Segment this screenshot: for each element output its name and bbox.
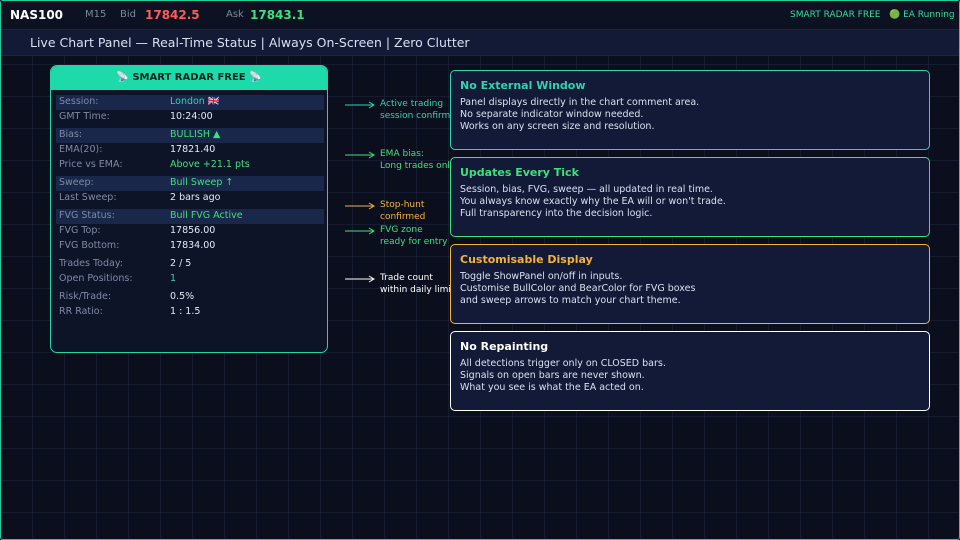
feature-card: No Repainting All detections trigger only… <box>450 331 930 411</box>
card-title: Updates Every Tick <box>460 166 579 179</box>
panel-row-key: GMT Time: <box>59 111 110 122</box>
feature-card: Customisable Display Toggle ShowPanel on/… <box>450 244 930 324</box>
product-name: SMART RADAR FREE <box>790 10 881 20</box>
panel-row-key: Last Sweep: <box>59 192 117 203</box>
panel-row-value: 0.5% <box>170 291 195 302</box>
arrow-right-icon <box>345 202 375 210</box>
card-title: No Repainting <box>460 340 549 353</box>
panel-row-value: 1 : 1.5 <box>170 306 201 317</box>
panel-row: GMT Time: 10:24:00 <box>56 110 324 125</box>
panel-row: Last Sweep: 2 bars ago <box>56 191 324 206</box>
panel-row: Price vs EMA: Above +21.1 pts <box>56 158 324 173</box>
panel-row-key: FVG Top: <box>59 225 101 236</box>
arrow-right-icon <box>345 151 375 159</box>
panel-row-key: FVG Status: <box>59 210 115 221</box>
annotation-line: confirmed <box>380 212 426 222</box>
panel-row: FVG Status: Bull FVG Active <box>56 209 324 224</box>
annotation-text: EMA bias: Long trades only <box>380 148 455 172</box>
subtitle-bar: Live Chart Panel — Real-Time Status | Al… <box>1 30 959 56</box>
annotation-line: within daily limit <box>380 285 455 295</box>
subtitle-text: Live Chart Panel — Real-Time Status | Al… <box>30 35 470 50</box>
card-line: No separate indicator window needed. <box>460 109 644 120</box>
ask-price: 17843.1 <box>250 8 305 22</box>
panel-row: FVG Top: 17856.00 <box>56 224 324 239</box>
panel-row-value: 17834.00 <box>170 240 216 251</box>
arrow-right-icon <box>345 101 375 109</box>
card-body: All detections trigger only on CLOSED ba… <box>460 358 666 394</box>
panel-row: Session: London 🇬🇧 <box>56 95 324 110</box>
card-line: Toggle ShowPanel on/off in inputs. <box>460 271 623 282</box>
annotation-line: Long trades only <box>380 161 456 171</box>
panel-row-value: 1 <box>170 273 177 284</box>
ask-label: Ask <box>226 9 244 20</box>
bid-price: 17842.5 <box>145 8 200 22</box>
card-body: Session, bias, FVG, sweep — all updated … <box>460 184 726 220</box>
card-body: Toggle ShowPanel on/off in inputs. Custom… <box>460 271 695 307</box>
panel-row-key: Trades Today: <box>59 258 123 269</box>
card-line: and sweep arrows to match your chart the… <box>460 295 681 306</box>
panel-row-key: Open Positions: <box>59 273 133 284</box>
panel-row-value: Above +21.1 pts <box>170 159 250 170</box>
panel-row: RR Ratio: 1 : 1.5 <box>56 305 324 320</box>
card-line: All detections trigger only on CLOSED ba… <box>460 358 666 369</box>
panel-row-key: Risk/Trade: <box>59 291 112 302</box>
annotation-line: EMA bias: <box>380 149 424 159</box>
panel-row: Bias: BULLISH ▲ <box>56 128 324 143</box>
annotation-text: FVG zone ready for entry <box>380 224 448 248</box>
arrow-right-icon <box>345 275 375 283</box>
card-line: Panel displays directly in the chart com… <box>460 97 700 108</box>
arrow-right-icon <box>345 227 375 235</box>
panel-row-value: BULLISH ▲ <box>170 129 221 140</box>
panel-row: Sweep: Bull Sweep ↑ <box>56 176 324 191</box>
panel-row-value: Bull Sweep ↑ <box>170 177 234 188</box>
card-line: You always know exactly why the EA will … <box>460 196 726 207</box>
panel-row-value: 17856.00 <box>170 225 216 236</box>
card-line: Signals on open bars are never shown. <box>460 370 645 381</box>
panel-row-value: 17821.40 <box>170 144 216 155</box>
panel-title: 📡 SMART RADAR FREE 📡 <box>51 66 327 90</box>
panel-row-value: 10:24:00 <box>170 111 213 122</box>
panel-row-value: 2 / 5 <box>170 258 192 269</box>
panel-row-key: EMA(20): <box>59 144 103 155</box>
card-line: Session, bias, FVG, sweep — all updated … <box>460 184 713 195</box>
panel-row: Risk/Trade: 0.5% <box>56 290 324 305</box>
panel-row-value: 2 bars ago <box>170 192 221 203</box>
panel-row: Trades Today: 2 / 5 <box>56 257 324 272</box>
panel-row: FVG Bottom: 17834.00 <box>56 239 324 254</box>
card-line: Works on any screen size and resolution. <box>460 121 655 132</box>
top-toolbar: NAS100 M15 Bid 17842.5 Ask 17843.1 SMART… <box>1 1 959 30</box>
panel-row-key: Bias: <box>59 129 83 140</box>
panel-row: Open Positions: 1 <box>56 272 324 287</box>
annotation-line: Stop-hunt <box>380 200 425 210</box>
panel-row: EMA(20): 17821.40 <box>56 143 324 158</box>
annotation-line: ready for entry <box>380 237 448 247</box>
ea-status-badge: 🟢 EA Running <box>889 10 955 20</box>
panel-row-key: Price vs EMA: <box>59 159 123 170</box>
card-line: What you see is what the EA acted on. <box>460 382 644 393</box>
panel-row-value: London 🇬🇧 <box>170 96 220 107</box>
panel-row-key: Session: <box>59 96 99 107</box>
card-body: Panel displays directly in the chart com… <box>460 97 699 133</box>
card-title: Customisable Display <box>460 253 593 266</box>
annotation-text: Trade count within daily limit <box>380 272 454 296</box>
timeframe-label[interactable]: M15 <box>85 9 106 20</box>
annotation-line: FVG zone <box>380 225 423 235</box>
panel-row-key: RR Ratio: <box>59 306 103 317</box>
panel-row-key: Sweep: <box>59 177 94 188</box>
card-line: Customise BullColor and BearColor for FV… <box>460 283 696 294</box>
card-title: No External Window <box>460 79 586 92</box>
annotation-text: Stop-hunt confirmed <box>380 199 425 223</box>
symbol-label[interactable]: NAS100 <box>10 8 63 22</box>
annotation-line: Trade count <box>380 273 433 283</box>
card-line: Full transparency into the decision logi… <box>460 208 653 219</box>
panel-row-value: Bull FVG Active <box>170 210 243 221</box>
status-panel: 📡 SMART RADAR FREE 📡 Session: London 🇬🇧 GM… <box>50 65 328 353</box>
feature-card: No External Window Panel displays directl… <box>450 70 930 150</box>
bid-label: Bid <box>120 9 136 20</box>
feature-card: Updates Every Tick Session, bias, FVG, sw… <box>450 157 930 237</box>
panel-row-key: FVG Bottom: <box>59 240 120 251</box>
